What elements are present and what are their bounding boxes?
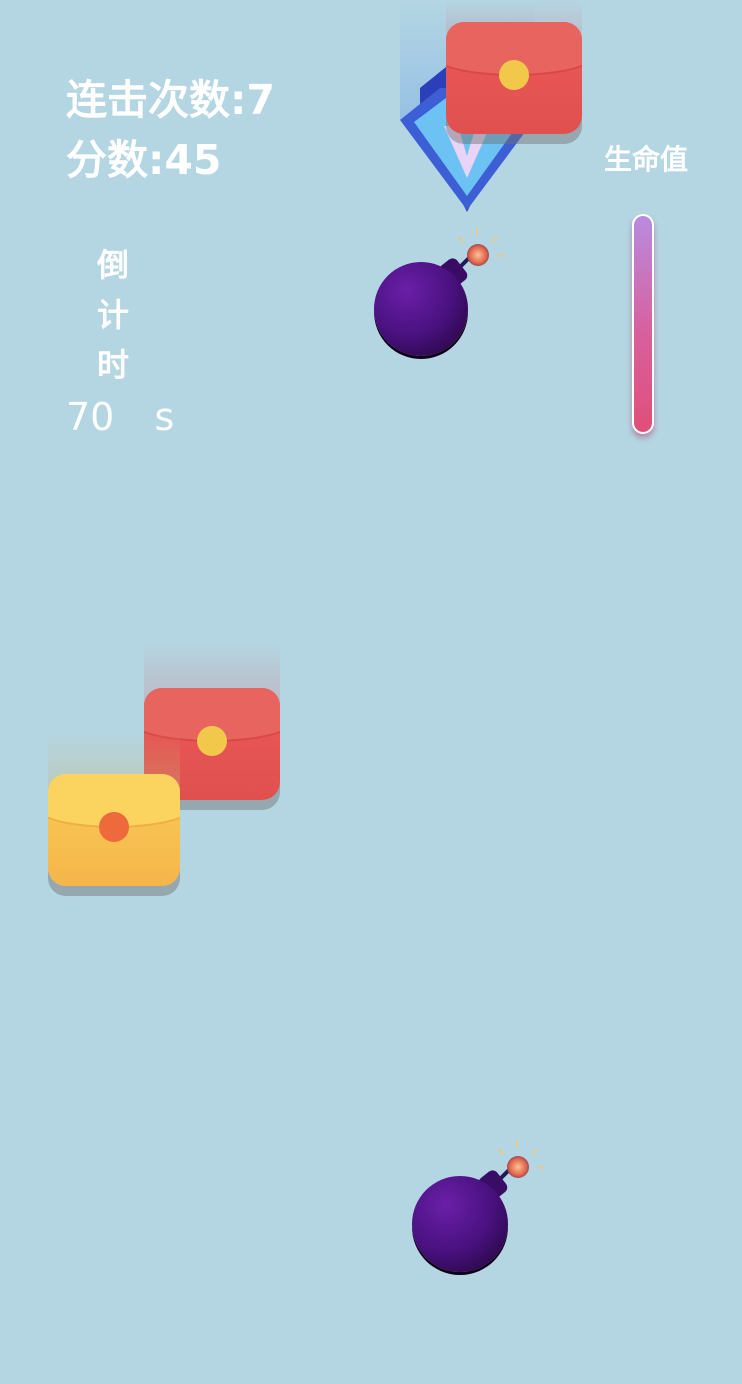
envelope-seal	[499, 60, 529, 90]
life-bar	[632, 214, 654, 434]
combo-counter: 连击次数:7	[66, 76, 275, 124]
bomb-item[interactable]	[370, 226, 510, 366]
spark-icon	[507, 1156, 529, 1178]
life-bar-fill	[634, 216, 652, 432]
game-stage[interactable]: 连击次数:7 分数:45 倒 计 时 70 s 生命值	[0, 0, 742, 1384]
red-envelope-item[interactable]	[446, 0, 582, 140]
envelope-seal	[197, 726, 227, 756]
yellow-envelope-item[interactable]	[48, 730, 180, 900]
life-label: 生命值	[604, 143, 689, 176]
spark-icon	[467, 244, 489, 266]
score-counter: 分数:45	[66, 136, 222, 184]
bomb-item[interactable]	[410, 1138, 550, 1278]
countdown-value: 70 s	[66, 395, 175, 439]
countdown-label: 倒 计 时	[96, 246, 129, 384]
envelope-seal	[99, 812, 129, 842]
